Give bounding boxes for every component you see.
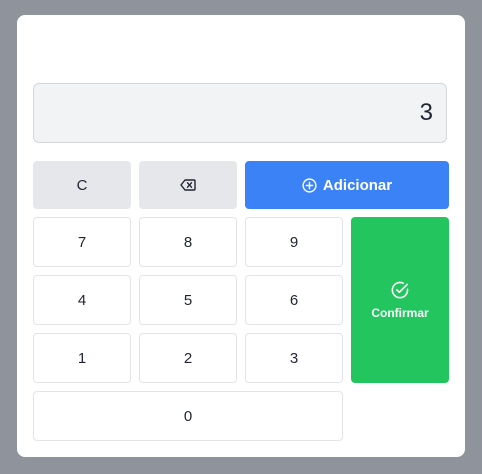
backspace-button[interactable] bbox=[139, 161, 237, 209]
keypad-modal: 3 C Adicionar 7 8 9 Confirmar 4 5 6 1 2 … bbox=[17, 15, 465, 457]
key-8-label: 8 bbox=[183, 233, 193, 251]
amount-display: 3 bbox=[33, 83, 447, 143]
key-0-label: 0 bbox=[183, 407, 193, 425]
key-4-label: 4 bbox=[77, 291, 87, 309]
backspace-icon bbox=[180, 179, 196, 191]
plus-circle-icon bbox=[302, 177, 317, 193]
check-circle-icon bbox=[390, 280, 410, 300]
confirm-button[interactable]: Confirmar bbox=[351, 217, 449, 383]
key-9-label: 9 bbox=[289, 233, 299, 251]
key-3-label: 3 bbox=[289, 349, 299, 367]
key-7-label: 7 bbox=[77, 233, 87, 251]
key-1-label: 1 bbox=[77, 349, 87, 367]
key-7[interactable]: 7 bbox=[33, 217, 131, 267]
add-button[interactable]: Adicionar bbox=[245, 161, 449, 209]
key-8[interactable]: 8 bbox=[139, 217, 237, 267]
key-0[interactable]: 0 bbox=[33, 391, 343, 441]
key-2[interactable]: 2 bbox=[139, 333, 237, 383]
clear-button[interactable]: C bbox=[33, 161, 131, 209]
key-9[interactable]: 9 bbox=[245, 217, 343, 267]
key-6[interactable]: 6 bbox=[245, 275, 343, 325]
key-6-label: 6 bbox=[289, 291, 299, 309]
key-5-label: 5 bbox=[183, 291, 193, 309]
display-value: 3 bbox=[419, 99, 433, 126]
key-1[interactable]: 1 bbox=[33, 333, 131, 383]
add-label: Adicionar bbox=[322, 176, 393, 194]
clear-label: C bbox=[76, 176, 88, 194]
key-4[interactable]: 4 bbox=[33, 275, 131, 325]
key-3[interactable]: 3 bbox=[245, 333, 343, 383]
confirm-label: Confirmar bbox=[371, 306, 429, 320]
key-5[interactable]: 5 bbox=[139, 275, 237, 325]
key-2-label: 2 bbox=[183, 349, 193, 367]
